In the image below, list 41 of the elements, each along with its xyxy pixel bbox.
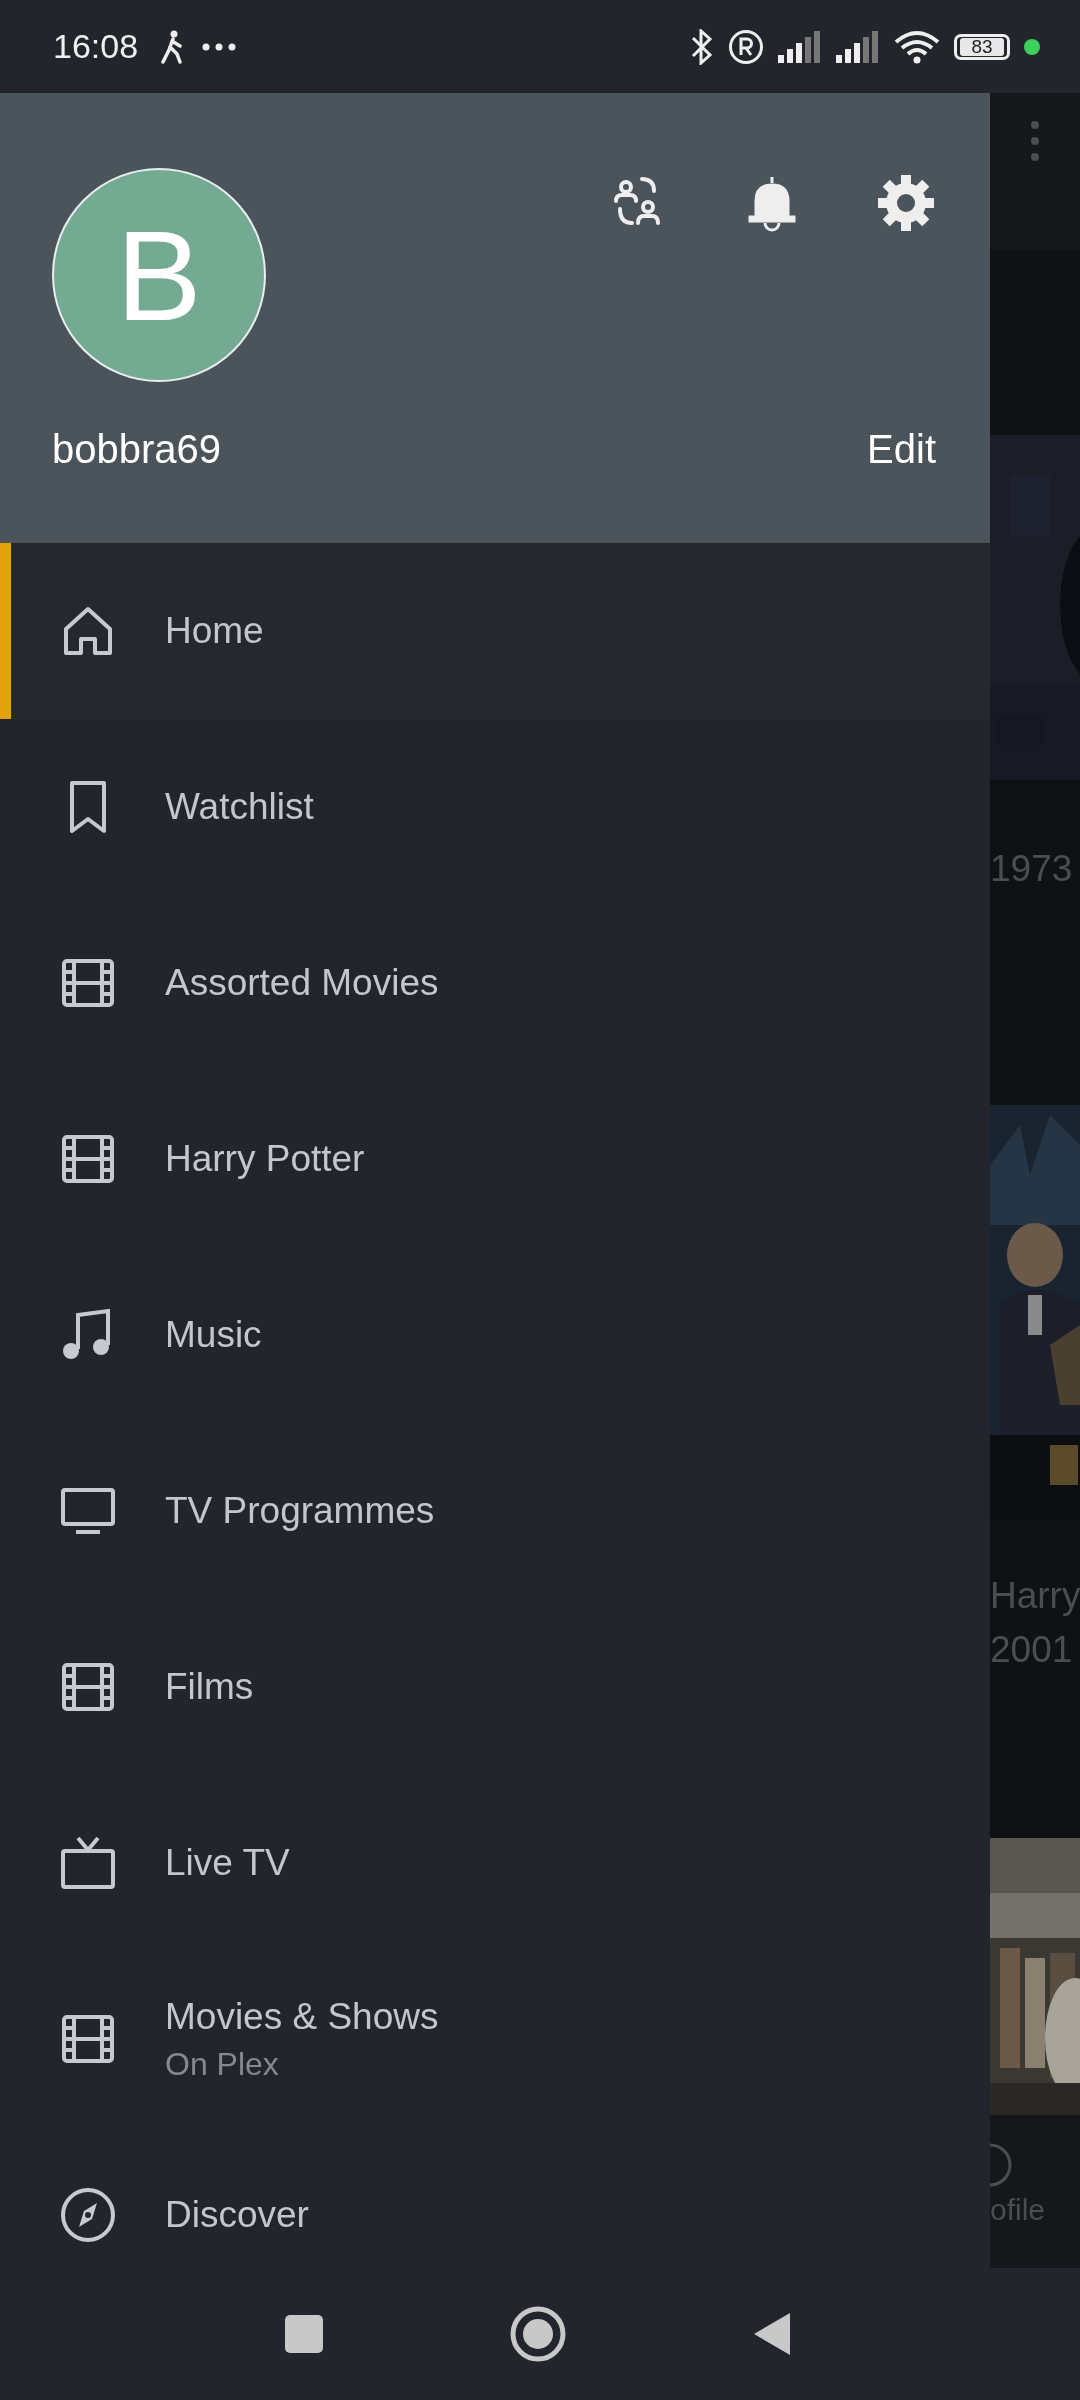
more-icon	[202, 42, 237, 51]
registered-icon	[728, 28, 764, 65]
signal-icon	[778, 30, 822, 63]
wifi-icon	[894, 29, 940, 64]
menu-label: Music	[165, 1314, 262, 1356]
menu-item[interactable]: Live TV	[0, 1775, 990, 1951]
menu-label: Live TV	[165, 1842, 290, 1884]
status-dot-icon	[1024, 38, 1040, 55]
menu-label: Movies & Shows	[165, 1995, 439, 2038]
year-text: 1973	[990, 848, 1073, 889]
menu-item[interactable]: Movies & Shows On Plex	[0, 1951, 990, 2127]
menu-label: Films	[165, 1666, 254, 1708]
menu-label: Harry Potter	[165, 1138, 365, 1180]
back-button[interactable]	[752, 2311, 792, 2357]
username: bobbra69	[51, 427, 222, 472]
more-vertical-icon	[1030, 120, 1040, 162]
menu-sublabel: On Plex	[165, 2045, 280, 2083]
home-button[interactable]	[510, 2306, 566, 2362]
menu-label: Watchlist	[165, 786, 314, 828]
signal-icon	[836, 30, 880, 63]
menu-item[interactable]: Music	[0, 1247, 990, 1423]
menu-item[interactable]: TV Programmes	[0, 1423, 990, 1599]
compass-icon	[58, 2185, 118, 2245]
battery-indicator: 83	[954, 33, 1010, 60]
bluetooth-icon	[690, 28, 714, 65]
status-time: 16:08	[53, 27, 139, 66]
edit-button[interactable]: Edit	[867, 427, 936, 472]
menu-item[interactable]: Harry Potter	[0, 1071, 990, 1247]
menu-item[interactable]: Discover	[0, 2127, 990, 2268]
menu-label: Discover	[165, 2194, 309, 2236]
menu-label: Assorted Movies	[165, 962, 439, 1004]
menu-item[interactable]: Assorted Movies	[0, 895, 990, 1071]
tab-label: ofile	[990, 2193, 1047, 2227]
title-text: Harry	[990, 1575, 1080, 1617]
menu-item[interactable]: Watchlist	[0, 719, 990, 895]
menu-item[interactable]: Films	[0, 1599, 990, 1775]
recents-button[interactable]	[284, 2314, 324, 2354]
year-text: 2001	[990, 1629, 1074, 1671]
menu-label: TV Programmes	[165, 1490, 435, 1532]
settings-icon[interactable]	[876, 173, 936, 233]
menu-label: Home	[165, 610, 264, 652]
